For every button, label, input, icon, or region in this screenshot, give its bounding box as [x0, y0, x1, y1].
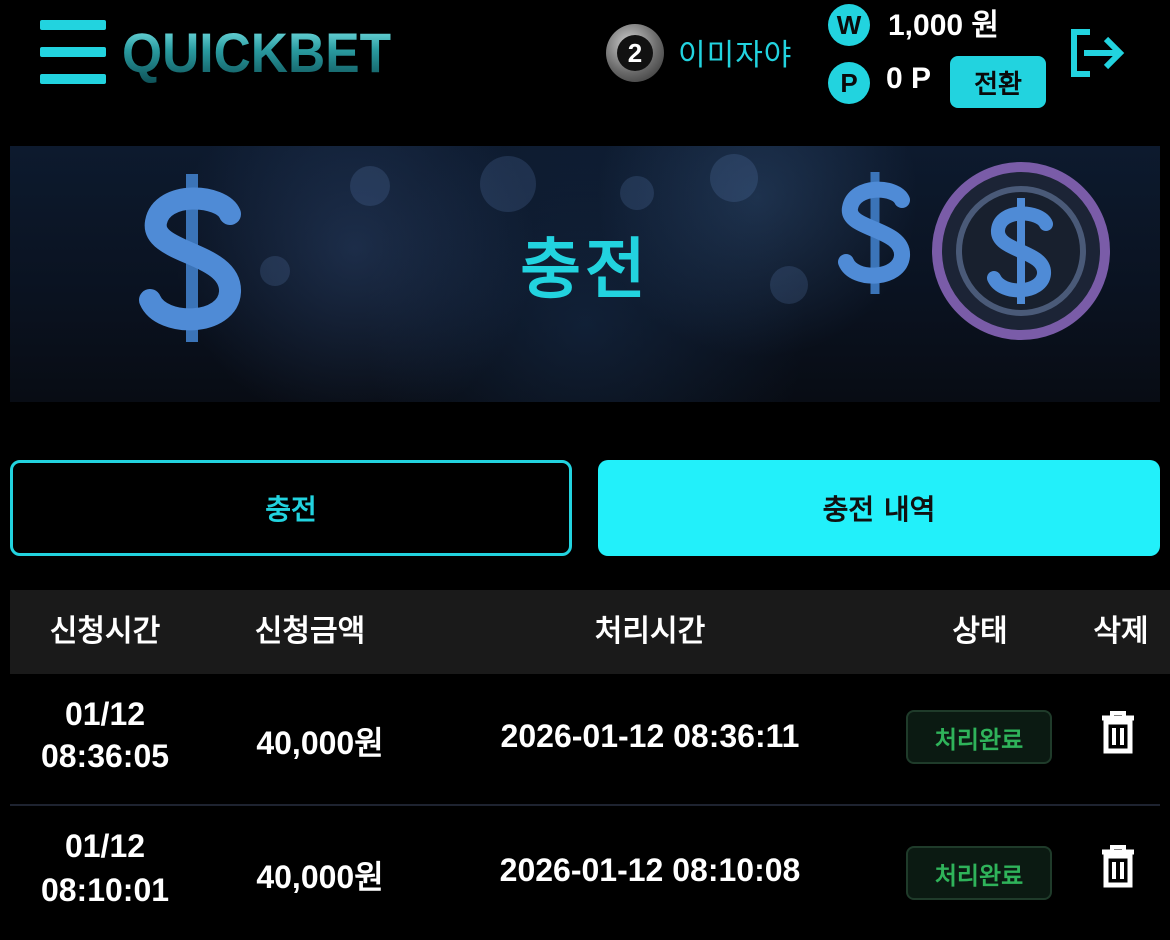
column-header-status: 상태	[952, 614, 1008, 649]
table-row: 01/12 08:10:01 40,000원 2026-01-12 08:10:…	[10, 812, 1160, 940]
trash-icon[interactable]	[1100, 710, 1136, 754]
hamburger-menu-icon[interactable]	[40, 18, 106, 86]
request-time: 08:36:05	[40, 738, 170, 774]
status-badge: 처리완료	[906, 846, 1052, 900]
username[interactable]: 이미자야	[678, 30, 792, 74]
bokeh-light	[480, 156, 536, 212]
status-badge: 처리완료	[906, 710, 1052, 764]
request-date: 01/12	[64, 696, 146, 732]
column-header-processed-time: 처리시간	[594, 614, 706, 649]
dollar-sign-icon	[830, 168, 920, 302]
processed-time: 2026-01-12 08:10:08	[499, 852, 801, 888]
bokeh-light	[710, 154, 758, 202]
charge-banner: 충전	[10, 146, 1160, 402]
column-header-request-time: 신청시간	[49, 614, 161, 649]
table-row: 01/12 08:36:05 40,000원 2026-01-12 08:36:…	[10, 680, 1160, 808]
convert-points-button[interactable]: 전환	[950, 56, 1046, 108]
column-header-request-amount: 신청금액	[254, 614, 366, 649]
bokeh-light	[350, 166, 390, 206]
bokeh-light	[620, 176, 654, 210]
tab-charge-history[interactable]: 충전 내역	[598, 460, 1160, 556]
column-header-delete: 삭제	[1093, 614, 1149, 649]
level-number: 2	[617, 35, 653, 71]
dollar-coin-icon	[928, 158, 1114, 348]
menu-bar	[40, 20, 106, 30]
quickbet-logo[interactable]: QUICKBET	[122, 20, 391, 86]
processed-time: 2026-01-12 08:36:11	[500, 718, 800, 754]
request-amount: 40,000원	[256, 859, 384, 895]
history-table-header: 신청시간 신청금액 처리시간 상태 삭제	[10, 590, 1170, 674]
level-badge: 2	[606, 24, 664, 82]
row-divider	[10, 804, 1160, 806]
trash-icon[interactable]	[1100, 844, 1136, 888]
menu-bar	[40, 74, 106, 84]
request-date: 01/12	[64, 828, 146, 864]
won-coin-icon: W	[828, 4, 870, 46]
balance-amount: 1,000 원	[888, 9, 1000, 42]
menu-bar	[40, 47, 106, 57]
logout-icon[interactable]	[1066, 26, 1128, 80]
top-header: QUICKBET 2 이미자야 W 1,000 원 P 0 P 전환	[0, 0, 1170, 140]
point-coin-icon: P	[828, 62, 870, 104]
request-amount: 40,000원	[256, 725, 384, 761]
points-amount: 0 P	[886, 62, 932, 95]
request-time: 08:10:01	[40, 872, 170, 908]
tab-charge[interactable]: 충전	[10, 460, 572, 556]
